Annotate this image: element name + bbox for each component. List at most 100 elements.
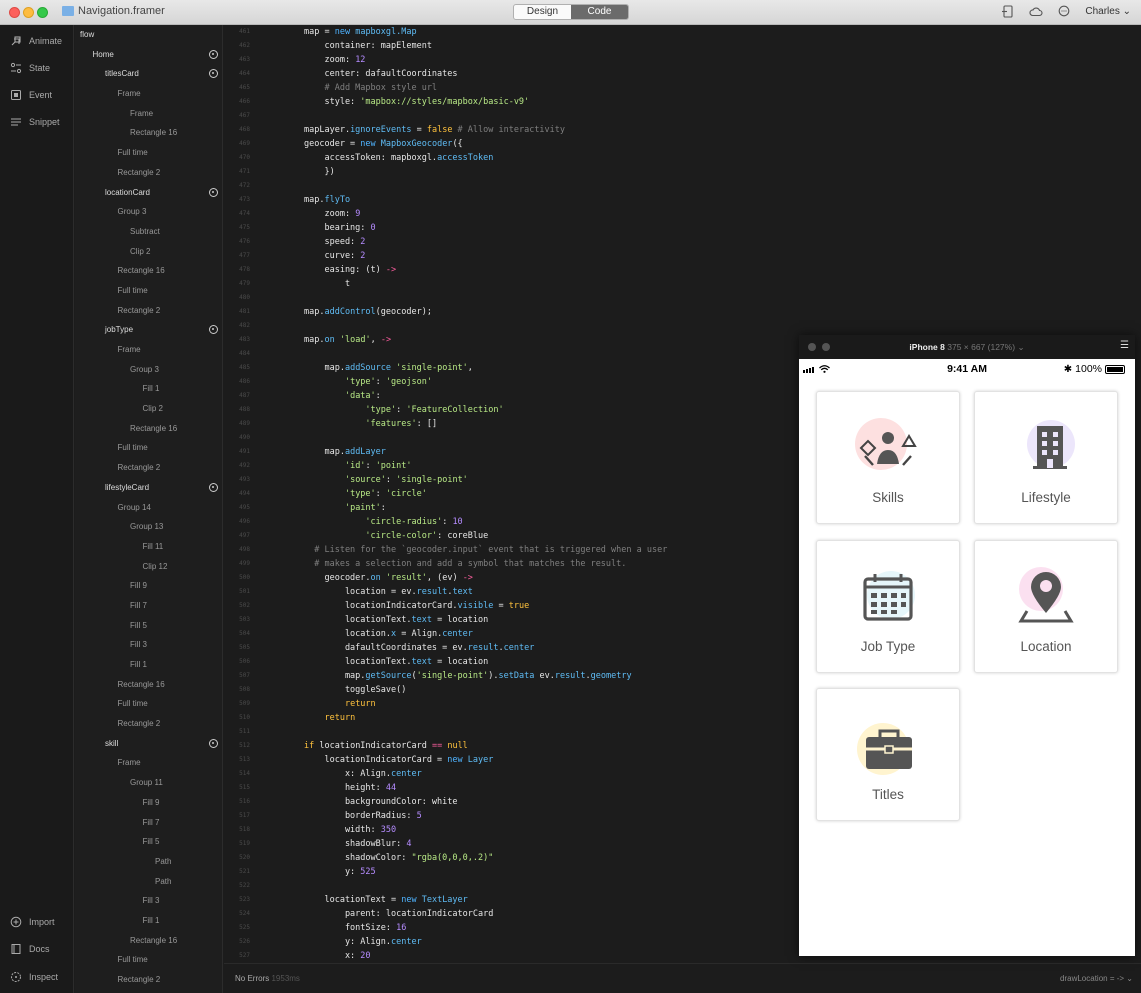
lifestyle-card[interactable]: Lifestyle	[974, 391, 1118, 524]
layer-row[interactable]: locationCard	[75, 183, 222, 203]
layer-row[interactable]: Clip 2	[75, 242, 222, 262]
layer-row[interactable]: Full time	[75, 950, 222, 970]
line-number: 463	[239, 56, 250, 63]
code-token: 20	[360, 951, 371, 961]
code-token: = Align.	[396, 629, 443, 639]
layer-row[interactable]: Clip 2	[75, 399, 222, 419]
target-icon[interactable]	[209, 325, 218, 335]
layer-row[interactable]: flow	[75, 25, 222, 45]
target-icon[interactable]	[209, 49, 218, 59]
device-icon[interactable]	[1001, 5, 1015, 18]
sidebar-item-snippet[interactable]: Snippet	[10, 116, 60, 128]
layer-row[interactable]: Group 3	[75, 202, 222, 222]
layer-name: Subtract	[130, 226, 160, 236]
layer-row[interactable]: Path	[75, 852, 222, 872]
sidebar-item-animate[interactable]: Animate	[10, 35, 62, 47]
layer-name: titlesCard	[105, 69, 139, 79]
device-selector[interactable]: iPhone 8 375 × 667 (127%) ⌄	[799, 342, 1135, 353]
zoom-window-button[interactable]	[37, 7, 48, 18]
hamburger-menu-icon[interactable]: ☰	[1120, 340, 1129, 351]
layer-row[interactable]: Rectangle 2	[75, 301, 222, 321]
close-window-button[interactable]	[9, 7, 20, 18]
layer-row[interactable]: Full time	[75, 438, 222, 458]
sidebar-item-event[interactable]: Event	[10, 89, 52, 101]
target-icon[interactable]	[209, 482, 218, 492]
layer-row[interactable]: Frame	[75, 340, 222, 360]
layer-row[interactable]: Fill 3	[75, 891, 222, 911]
layer-row[interactable]: Full time	[75, 143, 222, 163]
layer-row[interactable]: Fill 1	[75, 379, 222, 399]
layer-row[interactable]: Fill 5	[75, 832, 222, 852]
layer-row[interactable]: Group 11	[75, 773, 222, 793]
layer-row[interactable]: Rectangle 2	[75, 163, 222, 183]
code-text: map.addControl(geocoder);	[304, 305, 432, 319]
code-text: fontSize: 16	[304, 921, 406, 935]
layer-row[interactable]: jobType	[75, 320, 222, 340]
layer-row[interactable]: Home	[75, 45, 222, 65]
layer-row[interactable]: Rectangle 2	[75, 458, 222, 478]
line-number: 497	[239, 532, 250, 539]
layer-row[interactable]: Frame	[75, 84, 222, 104]
layer-row[interactable]: Group 14	[75, 498, 222, 518]
layer-row[interactable]: Fill 7	[75, 813, 222, 833]
chat-icon[interactable]	[1057, 5, 1071, 18]
sidebar-item-import[interactable]: Import	[10, 916, 55, 928]
layer-row[interactable]: Full time	[75, 694, 222, 714]
layer-row[interactable]: Fill 5	[75, 616, 222, 636]
job-type-card[interactable]: Job Type	[816, 540, 960, 673]
layer-row[interactable]: Rectangle 16	[75, 261, 222, 281]
symbol-selector[interactable]: drawLocation = -> ⌄	[1060, 974, 1133, 983]
code-token: 'id'	[344, 461, 366, 471]
layer-row[interactable]: Rectangle 2	[75, 970, 222, 990]
layer-row[interactable]: Fill 1	[75, 911, 222, 931]
layer-row[interactable]: Rectangle 16	[75, 931, 222, 951]
layer-row[interactable]: Subtract	[75, 222, 222, 242]
user-menu[interactable]: Charles ⌄	[1085, 6, 1131, 17]
layer-row[interactable]: Group 13	[75, 517, 222, 537]
briefcase-icon	[857, 723, 912, 775]
minimize-window-button[interactable]	[23, 7, 34, 18]
layer-name: Full time	[117, 285, 148, 295]
code-token: :	[396, 405, 407, 415]
layer-row[interactable]: titlesCard	[75, 64, 222, 84]
code-token: dafaultCoordinates = ev.	[304, 643, 468, 653]
code-text: location.x = Align.center	[304, 627, 473, 641]
sidebar-item-inspect[interactable]: Inspect	[10, 971, 58, 983]
location-card[interactable]: Location	[974, 540, 1118, 673]
layer-row[interactable]: Rectangle 16	[75, 123, 222, 143]
skills-card[interactable]: Skills	[816, 391, 960, 524]
code-text: locationText = new TextLayer	[304, 893, 467, 907]
layer-row[interactable]: Clip 12	[75, 557, 222, 577]
titles-card[interactable]: Titles	[816, 688, 960, 821]
tab-design[interactable]: Design	[514, 5, 571, 19]
layer-row[interactable]: Fill 7	[75, 596, 222, 616]
cloud-icon[interactable]	[1029, 5, 1043, 18]
layer-row[interactable]: Fill 11	[75, 537, 222, 557]
layer-row[interactable]: Frame	[75, 104, 222, 124]
code-token: ignoreEvents	[350, 125, 412, 135]
layer-name: Full time	[117, 148, 148, 158]
target-icon[interactable]	[209, 69, 218, 79]
sidebar-item-docs[interactable]: Docs	[10, 943, 50, 955]
code-line: 481 map.addControl(geocoder);	[224, 305, 1141, 319]
layer-row[interactable]: Rectangle 2	[75, 714, 222, 734]
layer-row[interactable]: Rectangle 16	[75, 419, 222, 439]
layer-row[interactable]: lifestyleCard	[75, 478, 222, 498]
layer-row[interactable]: Full time	[75, 281, 222, 301]
layer-row[interactable]: Fill 1	[75, 655, 222, 675]
target-icon[interactable]	[209, 738, 218, 748]
code-text: locationIndicatorCard = new Layer	[304, 753, 493, 767]
line-number: 508	[239, 686, 250, 693]
target-icon[interactable]	[209, 187, 218, 197]
sidebar-item-state[interactable]: State	[10, 62, 50, 74]
layer-row[interactable]: Rectangle 16	[75, 675, 222, 695]
layer-row[interactable]: Group 3	[75, 360, 222, 380]
layer-row[interactable]: skill	[75, 734, 222, 754]
layer-row[interactable]: Fill 9	[75, 793, 222, 813]
layer-row[interactable]: Fill 3	[75, 635, 222, 655]
layer-row[interactable]: Frame	[75, 753, 222, 773]
tab-code[interactable]: Code	[571, 5, 628, 19]
layer-row[interactable]: Path	[75, 872, 222, 892]
layer-row[interactable]: Fill 9	[75, 576, 222, 596]
